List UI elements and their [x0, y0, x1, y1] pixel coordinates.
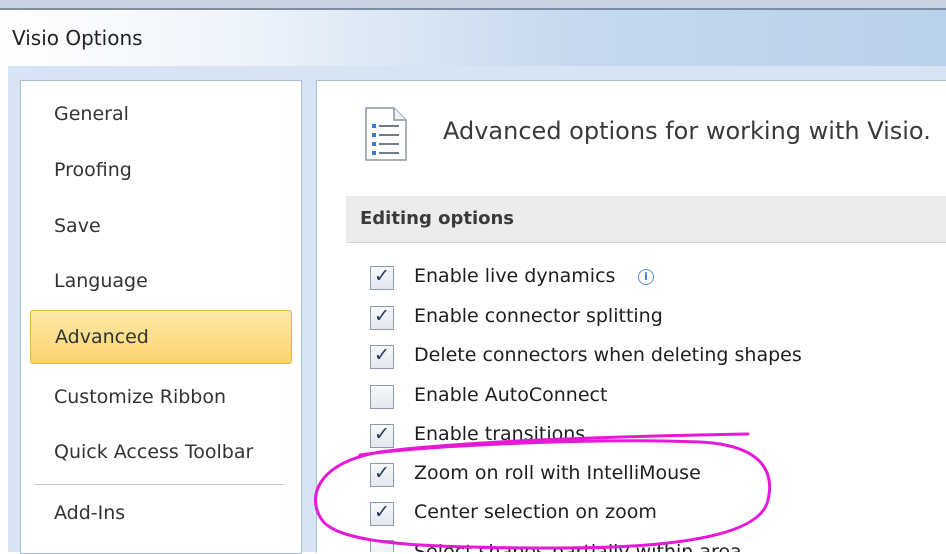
nav-item-general[interactable]: General	[30, 88, 292, 140]
nav-item-advanced[interactable]: Advanced	[30, 310, 292, 364]
checkbox[interactable]	[370, 462, 394, 487]
checkbox[interactable]	[370, 501, 394, 526]
option-label: Zoom on roll with IntelliMouse	[414, 462, 701, 484]
section-title: Editing options	[360, 208, 515, 229]
nav-item-language[interactable]: Language	[30, 255, 292, 307]
panel-header-text: Advanced options for working with Visio.	[443, 117, 931, 145]
checkbox[interactable]	[370, 540, 394, 552]
option-label: Enable connector splitting	[414, 305, 663, 327]
option-label: Center selection on zoom	[414, 501, 657, 523]
info-icon[interactable]: i	[638, 269, 654, 285]
nav-item-customize-ribbon[interactable]: Customize Ribbon	[30, 371, 292, 423]
window-top-edge	[0, 0, 946, 8]
nav-item-save[interactable]: Save	[30, 200, 292, 252]
nav-item-quick-access-toolbar[interactable]: Quick Access Toolbar	[30, 426, 292, 478]
checkbox[interactable]	[370, 344, 394, 369]
option-select-shapes-partially[interactable]: Select shapes partially within area	[370, 540, 790, 552]
window-title: Visio Options	[12, 26, 143, 50]
nav-item-proofing[interactable]: Proofing	[30, 144, 292, 196]
checkbox[interactable]	[370, 305, 394, 330]
option-label: Select shapes partially within area	[414, 541, 742, 552]
option-label: Enable AutoConnect	[414, 384, 608, 406]
option-label: Delete connectors when deleting shapes	[414, 344, 802, 366]
advanced-options-icon	[365, 107, 407, 161]
nav-divider	[34, 484, 284, 485]
checkbox[interactable]	[370, 385, 394, 409]
checkbox[interactable]	[370, 423, 394, 448]
nav-item-add-ins[interactable]: Add-Ins	[30, 487, 292, 539]
checkbox[interactable]	[370, 265, 394, 290]
option-label: Enable transitions	[414, 423, 586, 445]
option-label: Enable live dynamics	[414, 265, 616, 287]
